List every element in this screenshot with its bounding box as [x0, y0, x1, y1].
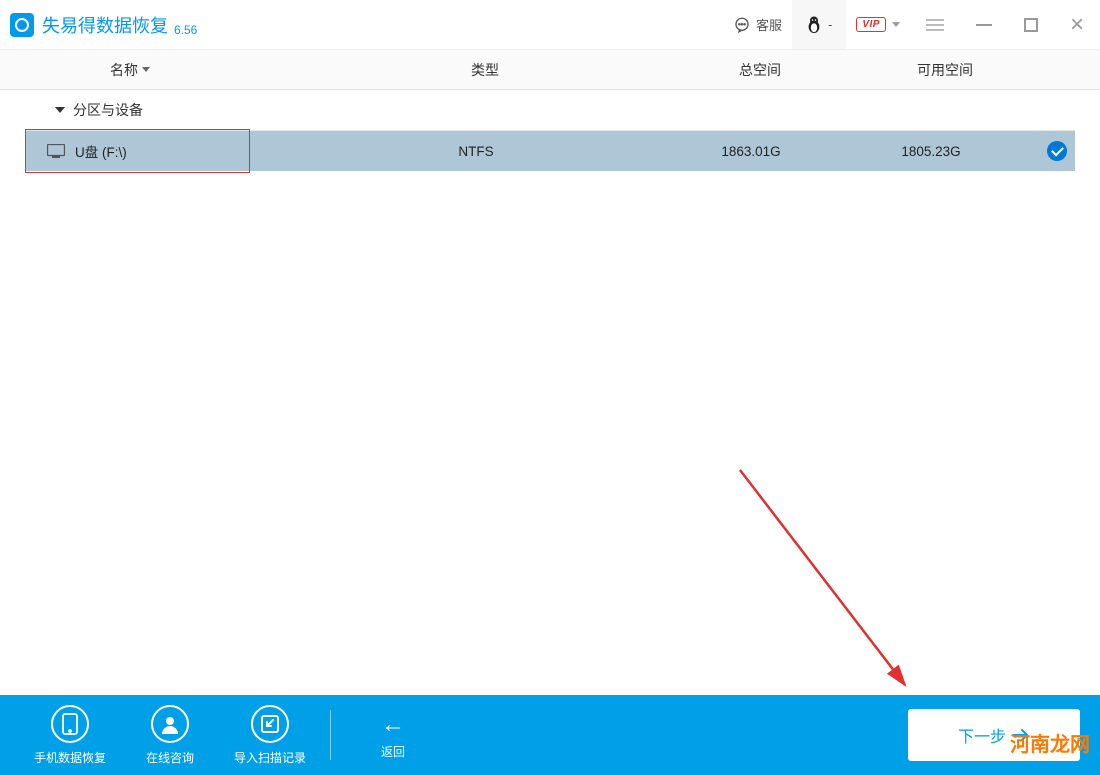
phone-icon — [51, 705, 89, 743]
section-header-partitions[interactable]: 分区与设备 — [25, 90, 1075, 131]
back-label: 返回 — [381, 743, 405, 760]
import-scan-label: 导入扫描记录 — [234, 749, 306, 766]
drive-icon — [47, 144, 65, 158]
next-label: 下一步 — [958, 723, 1006, 747]
footer-bar: 手机数据恢复 在线咨询 导入扫描记录 ← 返回 下一步 — [0, 695, 1100, 775]
hamburger-icon — [926, 19, 944, 31]
row-selected-check-icon — [1047, 141, 1067, 161]
minimize-icon — [976, 24, 992, 26]
maximize-button[interactable] — [1008, 0, 1054, 49]
online-consult-button[interactable]: 在线咨询 — [120, 705, 220, 766]
phone-recovery-button[interactable]: 手机数据恢复 — [20, 705, 120, 766]
watermark: 河南龙网 — [1010, 728, 1090, 757]
profile-button[interactable]: - — [792, 0, 846, 49]
row-total: 1863.01G — [661, 144, 841, 159]
back-arrow-icon: ← — [381, 711, 405, 739]
close-icon: × — [1070, 11, 1084, 39]
row-free: 1805.23G — [841, 144, 1021, 159]
minimize-button[interactable] — [960, 0, 1008, 49]
app-logo-icon — [10, 13, 34, 37]
customer-service-button[interactable]: 客服 — [723, 0, 792, 49]
section-header-label: 分区与设备 — [73, 100, 143, 120]
online-consult-label: 在线咨询 — [146, 749, 194, 766]
column-header-free[interactable]: 可用空间 — [850, 60, 1100, 80]
row-name: U盘 (F:\) — [75, 141, 127, 161]
column-header-type[interactable]: 类型 — [300, 60, 670, 80]
row-type: NTFS — [291, 144, 661, 159]
back-button[interactable]: ← 返回 — [381, 711, 405, 760]
expand-triangle-icon — [55, 107, 65, 113]
table-header: 名称 类型 总空间 可用空间 — [0, 50, 1100, 90]
sort-caret-icon — [142, 67, 150, 72]
table-row[interactable]: U盘 (F:\) NTFS 1863.01G 1805.23G — [25, 131, 1075, 171]
divider — [330, 710, 331, 760]
customer-service-label: 客服 — [756, 15, 782, 34]
person-icon — [151, 705, 189, 743]
import-scan-button[interactable]: 导入扫描记录 — [220, 705, 320, 766]
column-header-name[interactable]: 名称 — [0, 60, 300, 80]
annotation-arrow — [730, 460, 950, 720]
menu-button[interactable] — [910, 0, 960, 49]
titlebar: 失易得数据恢复 6.56 客服 - VIP — [0, 0, 1100, 50]
import-icon — [251, 705, 289, 743]
maximize-icon — [1024, 18, 1038, 32]
phone-recovery-label: 手机数据恢复 — [34, 749, 106, 766]
penguin-icon — [806, 16, 822, 34]
app-title: 失易得数据恢复 — [42, 12, 168, 38]
column-header-total[interactable]: 总空间 — [670, 60, 850, 80]
app-version: 6.56 — [174, 23, 197, 49]
chat-icon — [733, 16, 751, 34]
vip-badge: VIP — [856, 17, 886, 32]
caret-down-icon — [892, 22, 900, 27]
close-button[interactable]: × — [1054, 0, 1100, 49]
drive-list: U盘 (F:\) NTFS 1863.01G 1805.23G — [0, 131, 1100, 171]
profile-text: - — [828, 17, 832, 32]
vip-dropdown[interactable]: VIP — [846, 0, 910, 49]
